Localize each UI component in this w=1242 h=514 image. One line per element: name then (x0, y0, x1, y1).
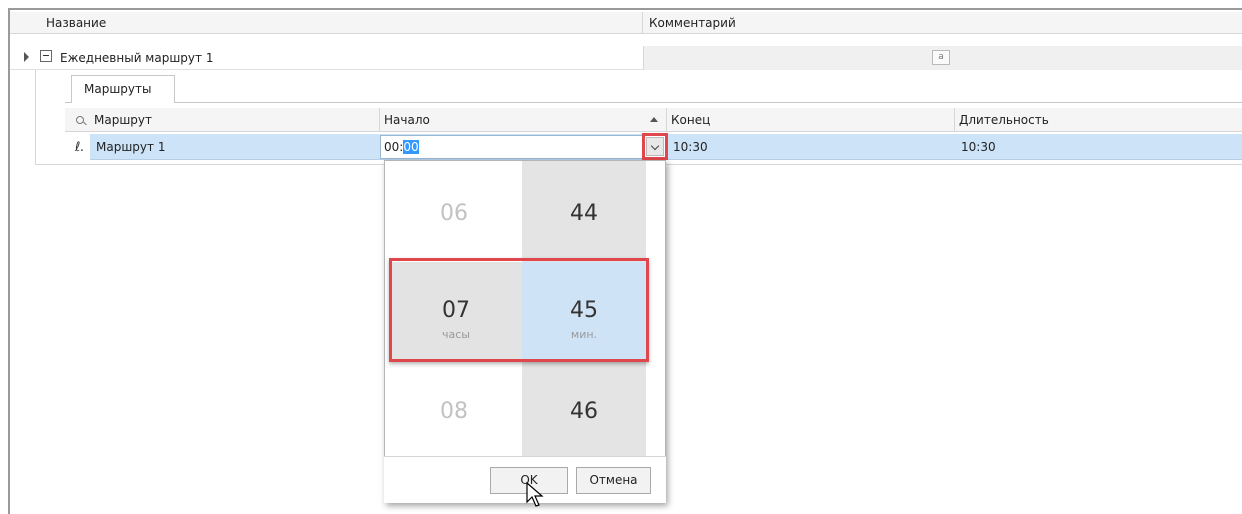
minute-next[interactable]: 46 (522, 399, 646, 424)
start-time-input[interactable] (380, 135, 667, 159)
grid-top-border (8, 8, 1242, 10)
hour-prev[interactable]: 06 (386, 201, 522, 226)
selection-highlight-box (389, 258, 649, 362)
sort-ascending-icon (650, 117, 658, 122)
column-header-route[interactable]: Маршрут (90, 108, 380, 132)
memo-icon[interactable]: a (932, 50, 950, 65)
tab-routes[interactable]: Маршруты (71, 75, 175, 103)
cell-end[interactable]: 10:30 (667, 134, 955, 160)
row-indicator-icon (24, 52, 29, 62)
start-time-minutes-selected: 00 (403, 140, 419, 154)
hour-next[interactable]: 08 (386, 399, 522, 424)
expand-collapse-icon[interactable] (40, 50, 52, 62)
column-header-duration[interactable]: Длительность (955, 108, 1242, 132)
column-header-end[interactable]: Конец (667, 108, 955, 132)
cell-duration[interactable]: 10:30 (955, 134, 1242, 160)
start-time-value[interactable]: 00:00 (384, 135, 419, 159)
start-time-hours: 00: (384, 140, 404, 154)
grid-left-border (8, 10, 10, 514)
cell-route[interactable]: Маршрут 1 (90, 134, 380, 160)
mouse-cursor-icon (526, 482, 544, 507)
minute-prev[interactable]: 44 (522, 201, 646, 226)
column-header-name[interactable]: Название (40, 12, 643, 34)
column-header-start[interactable]: Начало (380, 108, 667, 132)
dropdown-highlight-box (642, 133, 668, 160)
edit-row-icon: ℓ. (75, 140, 85, 155)
search-icon[interactable] (76, 116, 84, 124)
cancel-button[interactable]: Отмена (576, 467, 651, 494)
column-header-comment[interactable]: Комментарий (643, 12, 1242, 34)
tab-strip-line (175, 102, 1242, 103)
master-row-name: Ежедневный маршрут 1 (60, 51, 214, 65)
